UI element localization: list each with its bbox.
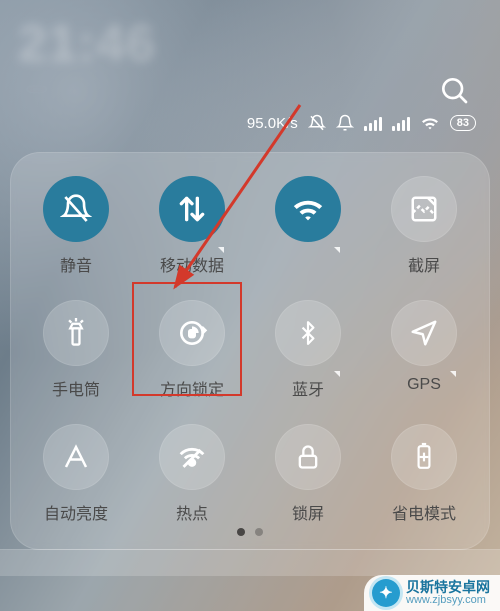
page-dot-2[interactable]: [255, 528, 263, 536]
data-icon: [159, 176, 225, 242]
tile-label: 方向锁定: [160, 376, 224, 400]
net-rate: 95.0K/s: [247, 115, 298, 132]
tile-screenshot[interactable]: 截屏: [366, 176, 482, 276]
wifi-icon: [275, 176, 341, 242]
tile-bluetooth[interactable]: 蓝牙: [250, 300, 366, 400]
tile-label: 移动数据: [160, 252, 224, 276]
hotspot-icon: [159, 424, 225, 490]
tile-label: 截屏: [408, 252, 440, 276]
tile-label: 蓝牙: [292, 376, 324, 400]
signal-1-icon: [364, 115, 382, 131]
lockscreen-clock: 21:46: [18, 14, 156, 74]
tile-battery[interactable]: 省电模式: [366, 424, 482, 524]
orientation-icon: [159, 300, 225, 366]
tile-orientation[interactable]: 方向锁定: [134, 300, 250, 400]
tile-label: 热点: [176, 500, 208, 524]
search-button[interactable]: [432, 68, 476, 112]
tile-gps[interactable]: GPS: [366, 300, 482, 400]
tile-label: 静音: [60, 252, 92, 276]
alarm-icon: [336, 114, 354, 132]
tile-label: GPS: [407, 376, 441, 394]
status-bar: 95.0K/s 83: [247, 114, 476, 132]
dnd-icon: [308, 114, 326, 132]
bottom-blur-bar: [0, 549, 500, 576]
expand-triangle-icon: [334, 371, 340, 377]
lockscreen-date: ·····: [25, 80, 48, 96]
tile-lock[interactable]: 锁屏: [250, 424, 366, 524]
mute-icon: [43, 176, 109, 242]
expand-triangle-icon: [450, 371, 456, 377]
torch-icon: [43, 300, 109, 366]
page-dot-1[interactable]: [237, 528, 245, 536]
tile-autobright[interactable]: 自动亮度: [18, 424, 134, 524]
battery-text: 83: [457, 117, 469, 129]
tile-torch[interactable]: 手电筒: [18, 300, 134, 400]
tile-data[interactable]: 移动数据: [134, 176, 250, 276]
tile-label: 自动亮度: [44, 500, 108, 524]
search-icon: [438, 74, 470, 106]
tile-label: 手电筒: [52, 376, 100, 400]
expand-triangle-icon: [218, 247, 224, 253]
tile-hotspot[interactable]: 热点: [134, 424, 250, 524]
wifi-status-icon: [420, 115, 440, 131]
tile-mute[interactable]: 静音: [18, 176, 134, 276]
watermark-title: 贝斯特安卓网: [406, 580, 490, 595]
watermark-url: www.zjbsyy.com: [406, 595, 490, 607]
gps-icon: [391, 300, 457, 366]
watermark: ✦ 贝斯特安卓网 www.zjbsyy.com: [364, 575, 500, 611]
battery-icon: [391, 424, 457, 490]
tile-label: 锁屏: [292, 500, 324, 524]
screen-root: 21:46 ····· 95.0K/s 83 静音 移动数据 截屏手电筒 方向锁定 蓝牙…: [0, 0, 500, 611]
watermark-logo-icon: ✦: [372, 579, 400, 607]
page-indicator: [10, 528, 490, 536]
battery-indicator: 83: [450, 115, 476, 131]
quick-settings-grid: 静音 移动数据 截屏手电筒 方向锁定 蓝牙 GPS 自动亮度 热点 锁屏 省电模式: [18, 176, 482, 524]
bluetooth-icon: [275, 300, 341, 366]
tile-label: 省电模式: [392, 500, 456, 524]
expand-triangle-icon: [334, 247, 340, 253]
autobright-icon: [43, 424, 109, 490]
quick-settings-panel: 静音 移动数据 截屏手电筒 方向锁定 蓝牙 GPS 自动亮度 热点 锁屏 省电模式: [10, 152, 490, 550]
tile-wifi[interactable]: [250, 176, 366, 276]
screenshot-icon: [391, 176, 457, 242]
signal-2-icon: [392, 115, 410, 131]
lock-icon: [275, 424, 341, 490]
